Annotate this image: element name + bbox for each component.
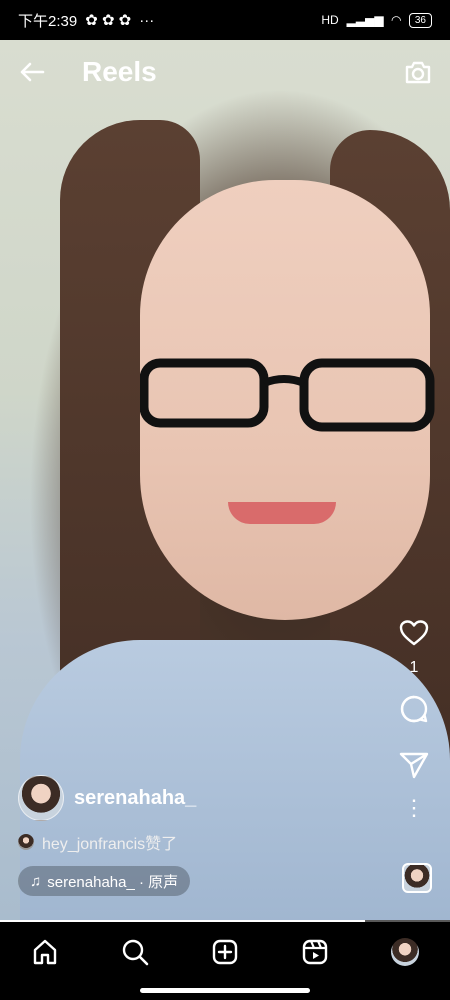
notification-icons: ✿ ✿ ✿ — [85, 12, 132, 29]
camera-icon — [405, 61, 431, 84]
paper-plane-icon — [399, 752, 429, 779]
author-avatar[interactable] — [18, 775, 64, 821]
audio-label: serenahaha_ · 原声 — [47, 873, 179, 891]
liker-avatar — [18, 834, 34, 850]
wifi-icon: ◜◝ — [391, 13, 401, 27]
comment-button[interactable] — [396, 691, 432, 727]
audio-button[interactable]: ♫ serenahaha_ · 原声 — [18, 866, 191, 896]
liked-by-text: hey_jonfrancis赞了 — [42, 836, 178, 853]
share-button[interactable] — [396, 747, 432, 783]
home-indicator — [140, 988, 310, 993]
audio-thumbnail[interactable] — [402, 863, 432, 893]
author-row: serenahaha_ — [18, 775, 196, 821]
heart-icon — [399, 620, 429, 646]
top-bar: Reels — [0, 48, 450, 96]
status-right: HD ▂▃▅▆ ◜◝ 36 — [321, 12, 432, 28]
status-bar: 下午2:39 ✿ ✿ ✿ ··· HD ▂▃▅▆ ◜◝ 36 — [0, 0, 450, 40]
profile-avatar-icon — [391, 938, 419, 966]
mouth — [228, 502, 336, 524]
status-left: 下午2:39 ✿ ✿ ✿ ··· — [18, 10, 154, 31]
nav-create[interactable] — [207, 934, 243, 970]
author-username[interactable]: serenahaha_ — [74, 787, 196, 810]
like-button[interactable] — [396, 615, 432, 651]
signal-icon: ▂▃▅▆ — [346, 13, 384, 27]
music-note-icon: ♫ — [30, 872, 42, 890]
nav-reels[interactable] — [297, 934, 333, 970]
nav-search[interactable] — [117, 934, 153, 970]
more-notifications-icon: ··· — [139, 11, 155, 29]
nav-home[interactable] — [27, 934, 63, 970]
glasses-graphic — [140, 358, 435, 432]
status-time: 下午2:39 — [18, 12, 78, 30]
camera-button[interactable] — [402, 56, 434, 88]
home-icon — [33, 939, 57, 965]
like-count[interactable]: 1 — [410, 659, 419, 677]
search-icon — [122, 939, 149, 966]
comment-icon — [400, 695, 428, 723]
reels-icon — [302, 939, 328, 965]
more-options-button[interactable]: ⋮ — [403, 797, 425, 819]
add-square-icon — [212, 939, 238, 965]
page-title: Reels — [82, 56, 157, 87]
liked-by-row[interactable]: hey_jonfrancis赞了 — [18, 830, 177, 854]
network-label: HD — [321, 13, 339, 27]
action-column: 1 ⋮ — [396, 615, 432, 819]
nav-profile[interactable] — [387, 934, 423, 970]
battery-indicator: 36 — [408, 12, 432, 28]
back-arrow-icon — [20, 62, 45, 82]
back-button[interactable] — [16, 56, 48, 88]
